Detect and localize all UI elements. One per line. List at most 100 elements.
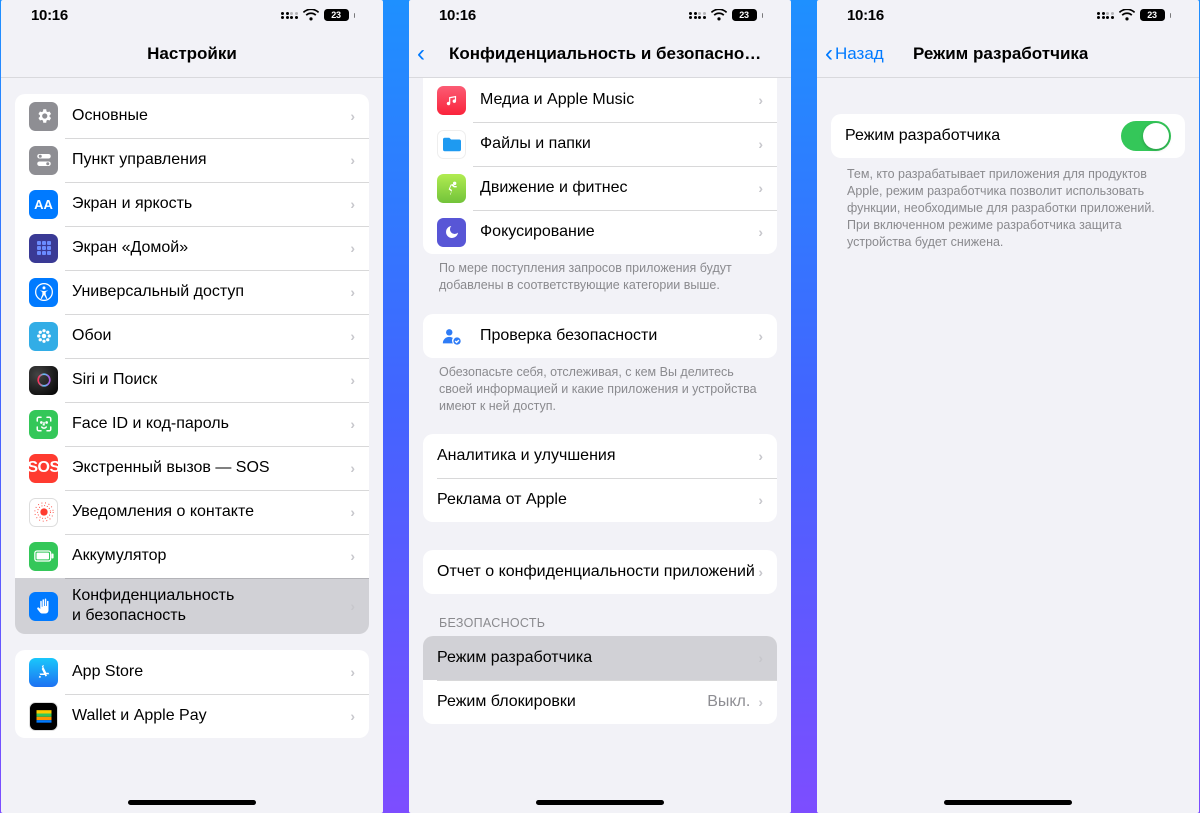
developer-mode-row[interactable]: Режим разработчика bbox=[831, 114, 1185, 158]
group-footer: По мере поступления запросов приложения … bbox=[423, 254, 777, 294]
settings-row-sos[interactable]: SOS Экстренный вызов — SOS › bbox=[15, 446, 369, 490]
battery-icon: 23 bbox=[732, 9, 757, 22]
status-icons: 23 bbox=[689, 9, 763, 22]
chevron-right-icon: › bbox=[350, 664, 355, 680]
hand-icon bbox=[29, 592, 58, 621]
chevron-right-icon: › bbox=[350, 598, 355, 614]
privacy-row-files[interactable]: Файлы и папки › bbox=[423, 122, 777, 166]
battery-icon: 23 bbox=[324, 9, 349, 22]
flower-icon bbox=[29, 322, 58, 351]
privacy-row-report[interactable]: Отчет о конфиденциальности приложений › bbox=[423, 550, 777, 594]
row-label: Обои bbox=[72, 318, 350, 354]
privacy-group-security: Режим разработчика › Режим блокировки Вы… bbox=[423, 636, 777, 724]
wifi-icon bbox=[1119, 9, 1135, 21]
settings-content[interactable]: Основные › Пункт управления › AA Экран и… bbox=[1, 78, 383, 813]
moon-icon bbox=[437, 218, 466, 247]
privacy-group-safety: Проверка безопасности › bbox=[423, 314, 777, 358]
privacy-row-lockdown[interactable]: Режим блокировки Выкл. › bbox=[423, 680, 777, 724]
privacy-row-analytics[interactable]: Аналитика и улучшения › bbox=[423, 434, 777, 478]
chevron-right-icon: › bbox=[758, 328, 763, 344]
privacy-row-safety-check[interactable]: Проверка безопасности › bbox=[423, 314, 777, 358]
chevron-right-icon: › bbox=[350, 328, 355, 344]
chevron-right-icon: › bbox=[350, 460, 355, 476]
chevron-right-icon: › bbox=[758, 448, 763, 464]
row-label: Экран «Домой» bbox=[72, 230, 350, 266]
row-label: Медиа и Apple Music bbox=[480, 82, 758, 118]
faceid-icon bbox=[29, 410, 58, 439]
settings-row-control-center[interactable]: Пункт управления › bbox=[15, 138, 369, 182]
status-bar: 10:16 23 bbox=[1, 0, 383, 30]
row-label: Пункт управления bbox=[72, 142, 350, 178]
privacy-row-focus[interactable]: Фокусирование › bbox=[423, 210, 777, 254]
row-label: Режим разработчика bbox=[437, 640, 758, 676]
back-button[interactable]: ‹ bbox=[417, 42, 427, 66]
status-icons: 23 bbox=[281, 9, 355, 22]
settings-row-accessibility[interactable]: Универсальный доступ › bbox=[15, 270, 369, 314]
privacy-content[interactable]: Медиа и Apple Music › Файлы и папки › Дв… bbox=[409, 78, 791, 813]
battery-icon bbox=[29, 542, 58, 571]
settings-row-wallpaper[interactable]: Обои › bbox=[15, 314, 369, 358]
appstore-icon bbox=[29, 658, 58, 687]
safety-icon bbox=[437, 321, 466, 350]
screen-privacy: 10:16 23 ‹ Конфиденциальность и безопасн… bbox=[409, 0, 791, 813]
row-label: App Store bbox=[72, 654, 350, 690]
privacy-row-ads[interactable]: Реклама от Apple › bbox=[423, 478, 777, 522]
privacy-row-fitness[interactable]: Движение и фитнес › bbox=[423, 166, 777, 210]
settings-row-general[interactable]: Основные › bbox=[15, 94, 369, 138]
chevron-right-icon: › bbox=[350, 108, 355, 124]
chevron-right-icon: › bbox=[350, 196, 355, 212]
developer-toggle-group: Режим разработчика bbox=[831, 114, 1185, 158]
developer-content[interactable]: Режим разработчика Тем, кто разрабатывае… bbox=[817, 78, 1199, 813]
back-button[interactable]: ‹Назад bbox=[825, 42, 884, 66]
row-label: Основные bbox=[72, 98, 350, 134]
settings-row-faceid[interactable]: Face ID и код‑пароль › bbox=[15, 402, 369, 446]
chevron-right-icon: › bbox=[758, 92, 763, 108]
settings-row-exposure[interactable]: Уведомления о контакте › bbox=[15, 490, 369, 534]
settings-row-home-screen[interactable]: Экран «Домой» › bbox=[15, 226, 369, 270]
status-time: 10:16 bbox=[439, 7, 476, 24]
chevron-right-icon: › bbox=[758, 136, 763, 152]
chevron-right-icon: › bbox=[350, 372, 355, 388]
home-indicator[interactable] bbox=[536, 800, 664, 805]
row-label: Уведомления о контакте bbox=[72, 494, 350, 530]
chevron-right-icon: › bbox=[758, 180, 763, 196]
privacy-row-media[interactable]: Медиа и Apple Music › bbox=[423, 78, 777, 122]
chevron-right-icon: › bbox=[350, 152, 355, 168]
privacy-group-report: Отчет о конфиденциальности приложений › bbox=[423, 550, 777, 594]
home-indicator[interactable] bbox=[128, 800, 256, 805]
page-title: Конфиденциальность и безопасно… bbox=[449, 44, 761, 64]
text-size-icon: AA bbox=[29, 190, 58, 219]
settings-row-display[interactable]: AA Экран и яркость › bbox=[15, 182, 369, 226]
section-header: Безопасность bbox=[423, 594, 777, 636]
back-label: Назад bbox=[835, 44, 884, 64]
status-icons: 23 bbox=[1097, 9, 1171, 22]
accessibility-icon bbox=[29, 278, 58, 307]
settings-row-wallet[interactable]: Wallet и Apple Pay › bbox=[15, 694, 369, 738]
chevron-right-icon: › bbox=[350, 504, 355, 520]
nav-bar: ‹Назад Режим разработчика bbox=[817, 30, 1199, 78]
row-label: Отчет о конфиденциальности приложений bbox=[437, 554, 758, 590]
home-indicator[interactable] bbox=[944, 800, 1072, 805]
settings-row-appstore[interactable]: App Store › bbox=[15, 650, 369, 694]
privacy-row-developer-mode[interactable]: Режим разработчика › bbox=[423, 636, 777, 680]
row-label: Siri и Поиск bbox=[72, 362, 350, 398]
developer-mode-toggle[interactable] bbox=[1121, 121, 1171, 151]
exposure-icon bbox=[29, 498, 58, 527]
chevron-right-icon: › bbox=[758, 492, 763, 508]
screen-settings: 10:16 23 Настройки Основные › Пункт упра… bbox=[1, 0, 383, 813]
page-title: Режим разработчика bbox=[913, 44, 1088, 64]
siri-icon bbox=[29, 366, 58, 395]
cellular-icon bbox=[281, 12, 298, 19]
row-value: Выкл. bbox=[707, 693, 750, 711]
settings-row-privacy[interactable]: Конфиденциальность и безопасность › bbox=[15, 578, 369, 634]
settings-row-battery[interactable]: Аккумулятор › bbox=[15, 534, 369, 578]
nav-bar: ‹ Конфиденциальность и безопасно… bbox=[409, 30, 791, 78]
sos-icon: SOS bbox=[29, 454, 58, 483]
row-label: Файлы и папки bbox=[480, 126, 758, 162]
fitness-icon bbox=[437, 174, 466, 203]
settings-row-siri[interactable]: Siri и Поиск › bbox=[15, 358, 369, 402]
wifi-icon bbox=[303, 9, 319, 21]
cellular-icon bbox=[689, 12, 706, 19]
gear-icon bbox=[29, 102, 58, 131]
row-label: Фокусирование bbox=[480, 214, 758, 250]
